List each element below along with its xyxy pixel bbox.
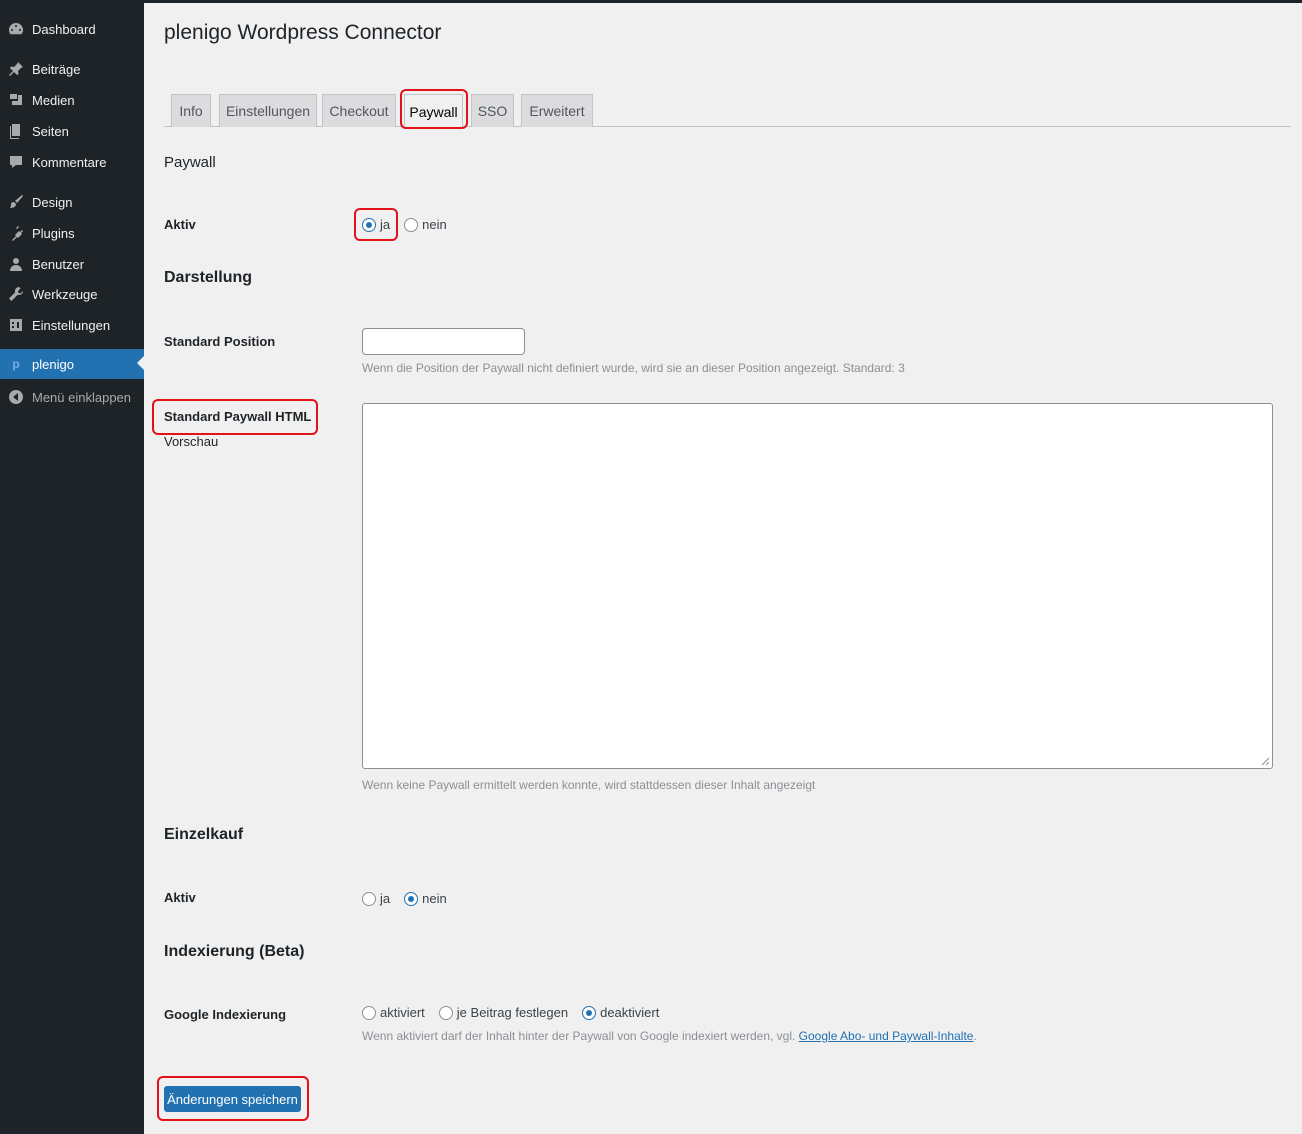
radio-paywall-ja[interactable]: ja [362, 217, 390, 232]
page-title: plenigo Wordpress Connector [164, 21, 442, 44]
radio-label: deaktiviert [600, 1005, 660, 1020]
sidebar-item-label: Einstellungen [32, 317, 111, 333]
sidebar-item-label: Plugins [32, 225, 75, 241]
comment-icon [0, 154, 32, 170]
pin-icon [0, 61, 32, 77]
radio-label: nein [422, 217, 447, 232]
sidebar-item-seiten[interactable]: Seiten [0, 117, 144, 145]
sidebar-item-dashboard[interactable]: Dashboard [0, 15, 144, 43]
radio-checked-icon [362, 217, 376, 232]
sidebar-item-label: Dashboard [32, 21, 96, 37]
field-label-standard-paywall-html: Standard Paywall HTML [164, 409, 312, 424]
radio-label: ja [380, 217, 391, 232]
plenigo-icon: p [12, 357, 20, 371]
section-title-indexierung: Indexierung (Beta) [164, 943, 305, 960]
sidebar-item-label: Menü einklappen [32, 389, 132, 405]
sidebar-item-kommentare[interactable]: Kommentare [0, 148, 144, 176]
field-label-standard-position: Standard Position [164, 334, 276, 349]
sidebar-item-medien[interactable]: Medien [0, 86, 144, 114]
sidebar-item-beitraege[interactable]: Beiträge [0, 55, 144, 83]
sidebar-item-einstellungen[interactable]: Einstellungen [0, 311, 144, 339]
radio-group-google-indexierung: aktiviert je Beitrag festlegen deaktivie… [362, 1005, 673, 1020]
sidebar-item-label: Benutzer [32, 256, 85, 272]
radio-unchecked-icon [362, 891, 376, 906]
sidebar-item-benutzer[interactable]: Benutzer [0, 250, 144, 278]
dashboard-icon [0, 21, 32, 37]
radio-label: nein [422, 891, 447, 906]
sidebar-item-label: Design [32, 194, 73, 210]
radio-indexierung-deaktiviert[interactable]: deaktiviert [582, 1005, 659, 1020]
section-title-einzelkauf: Einzelkauf [164, 826, 244, 843]
plugin-icon [0, 225, 32, 241]
standard-paywall-html-description: Wenn keine Paywall ermittelt werden konn… [362, 778, 816, 792]
radio-checked-icon [582, 1005, 597, 1020]
sidebar-item-label: Medien [32, 92, 75, 108]
sidebar-item-label: Beiträge [32, 61, 81, 77]
nav-tabs: Info Einstellungen Checkout Paywall SSO … [164, 94, 1291, 128]
radio-indexierung-aktiviert[interactable]: aktiviert [362, 1005, 425, 1020]
field-label-google-indexierung: Google Indexierung [164, 1007, 287, 1022]
field-label-paywall-aktiv: Aktiv [164, 217, 196, 232]
sidebar-item-label: Seiten [32, 123, 69, 139]
section-title-darstellung: Darstellung [164, 269, 253, 286]
radio-label: je Beitrag festlegen [456, 1005, 569, 1020]
radio-label: aktiviert [380, 1005, 425, 1020]
tab-sso[interactable]: SSO [471, 94, 514, 127]
radio-label: ja [380, 891, 391, 906]
resize-grip-icon[interactable] [1260, 756, 1270, 766]
sidebar-item-label: Kommentare [32, 154, 107, 170]
tab-paywall[interactable]: Paywall [404, 94, 463, 128]
radio-einzelkauf-nein[interactable]: nein [404, 891, 447, 906]
sidebar-item-label: plenigo [32, 356, 74, 372]
field-label-einzelkauf-aktiv: Aktiv [164, 890, 196, 905]
tab-info[interactable]: Info [171, 94, 211, 127]
radio-indexierung-je-beitrag[interactable]: je Beitrag festlegen [438, 1005, 569, 1020]
description-suffix: . [973, 1029, 977, 1043]
wrench-icon [0, 286, 32, 302]
collapse-icon [0, 389, 32, 405]
standard-position-description: Wenn die Position der Paywall nicht defi… [362, 361, 905, 375]
tab-checkout[interactable]: Checkout [322, 94, 396, 127]
radio-einzelkauf-ja[interactable]: ja [362, 891, 390, 906]
google-indexierung-description: Wenn aktiviert darf der Inhalt hinter de… [362, 1029, 977, 1043]
sidebar-item-design[interactable]: Design [0, 188, 144, 216]
vorschau-link[interactable]: Vorschau [164, 434, 218, 449]
radio-unchecked-icon [438, 1005, 453, 1020]
sidebar-item-werkzeuge[interactable]: Werkzeuge [0, 280, 144, 308]
radio-checked-icon [404, 891, 419, 906]
brush-icon [0, 194, 32, 210]
pages-icon [0, 123, 32, 139]
sidebar-item-label: Werkzeuge [32, 286, 98, 302]
google-abo-paywall-link[interactable]: Google Abo- und Paywall-Inhalte [799, 1029, 974, 1043]
tab-erweitert[interactable]: Erweitert [521, 94, 593, 127]
media-icon [0, 92, 32, 108]
description-text: Wenn aktiviert darf der Inhalt hinter de… [362, 1029, 799, 1043]
sidebar-collapse-button[interactable]: Menü einklappen [0, 383, 144, 411]
sidebar-item-plenigo[interactable]: p plenigo [0, 349, 144, 379]
radio-group-einzelkauf-aktiv: ja nein [362, 891, 461, 906]
user-icon [0, 256, 32, 272]
sidebar-item-plugins[interactable]: Plugins [0, 219, 144, 247]
radio-group-paywall-aktiv: ja nein [362, 217, 461, 232]
admin-sidebar: Dashboard Beiträge Medien Seiten Komment… [0, 0, 144, 1134]
main-content: plenigo Wordpress Connector Info Einstel… [144, 3, 1302, 1134]
standard-position-input[interactable] [362, 328, 525, 355]
standard-paywall-html-textarea[interactable] [362, 403, 1273, 769]
save-changes-button[interactable]: Änderungen speichern [164, 1086, 301, 1112]
section-title-paywall: Paywall [164, 154, 216, 171]
radio-unchecked-icon [362, 1005, 376, 1020]
radio-paywall-nein[interactable]: nein [404, 217, 447, 232]
radio-unchecked-icon [404, 217, 419, 232]
settings-icon [0, 317, 32, 333]
tab-einstellungen[interactable]: Einstellungen [219, 94, 317, 127]
